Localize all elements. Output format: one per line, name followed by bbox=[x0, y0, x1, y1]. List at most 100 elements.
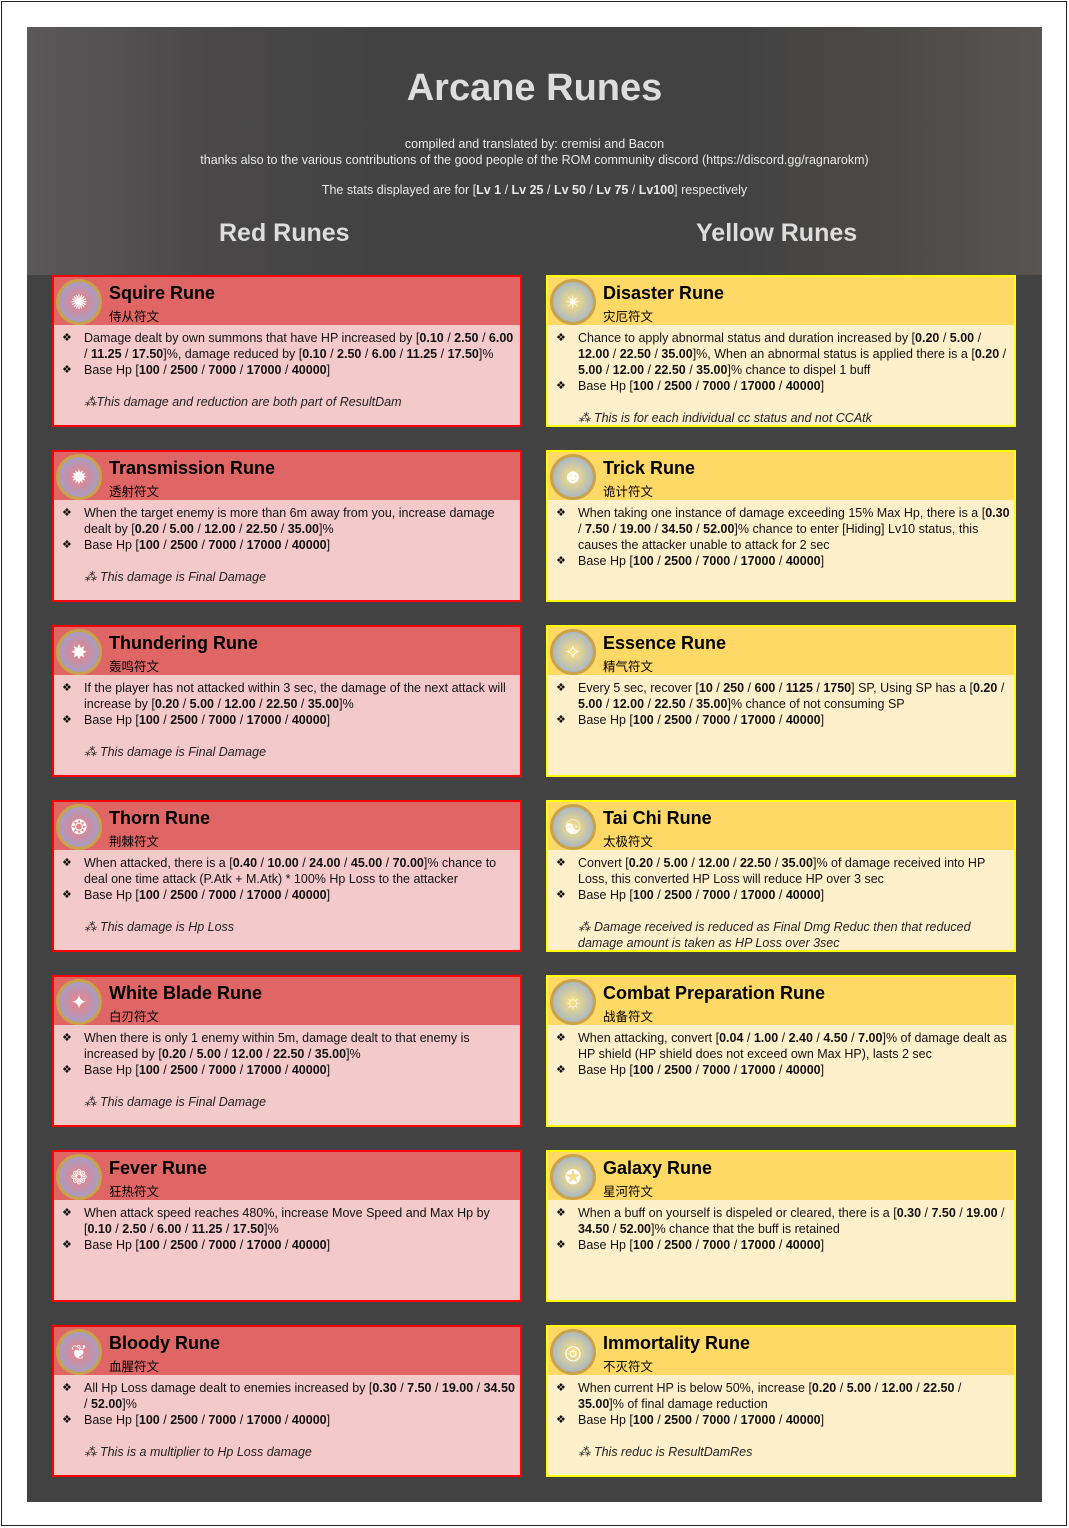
rune-card: ❂ Thorn Rune 荆棘符文 When attacked, there is a… bbox=[52, 800, 522, 952]
rune-chinese-name: 轰鸣符文 bbox=[109, 660, 160, 674]
rune-note: ⁂ This is for each individual cc status … bbox=[578, 411, 872, 425]
rune-card-header: ❦ Bloody Rune 血腥符文 bbox=[54, 1327, 520, 1375]
header-banner: Arcane Runes compiled and translated by:… bbox=[27, 27, 1042, 275]
rune-card-header: ❁ Fever Rune 狂热符文 bbox=[54, 1152, 520, 1200]
rune-effect: When taking one instance of damage excee… bbox=[554, 505, 1010, 553]
rune-effects: All Hp Loss damage dealt to enemies incr… bbox=[54, 1375, 520, 1428]
rune-effect: Base Hp [100 / 2500 / 7000 / 17000 / 400… bbox=[554, 887, 1010, 903]
rune-note: ⁂ This damage is Hp Loss bbox=[84, 920, 235, 934]
rune-name: Thorn Rune bbox=[109, 808, 210, 828]
rune-name: Squire Rune bbox=[109, 283, 216, 303]
red-runes-heading: Red Runes bbox=[219, 219, 350, 247]
rune-effect: If the player has not attacked within 3 … bbox=[60, 680, 516, 712]
rune-card-header: ❂ Thorn Rune 荆棘符文 bbox=[54, 802, 520, 850]
rune-note: ⁂This damage and reduction are both part… bbox=[84, 395, 402, 409]
rune-chinese-name: 灾厄符文 bbox=[603, 310, 654, 324]
rune-effects: Chance to apply abnormal status and dura… bbox=[548, 325, 1014, 394]
rune-effect: Base Hp [100 / 2500 / 7000 / 17000 / 400… bbox=[554, 553, 1010, 569]
rune-card: ✪ Galaxy Rune 星河符文 When a buff on yourself … bbox=[546, 1150, 1016, 1302]
disaster-rune-icon: ✴ bbox=[550, 279, 596, 325]
stats-note: The stats displayed are for [Lv 1 / Lv 2… bbox=[321, 183, 748, 197]
combat-preparation-rune-icon: ☼ bbox=[550, 979, 596, 1025]
rune-effect: Base Hp [100 / 2500 / 7000 / 17000 / 400… bbox=[554, 1412, 1010, 1428]
rune-effects: When attacked, there is a [0.40 / 10.00 … bbox=[54, 850, 520, 903]
rune-card: ✧ Essence Rune 精气符文 Every 5 sec, recover [1… bbox=[546, 625, 1016, 777]
thorn-rune-icon: ❂ bbox=[56, 804, 102, 850]
tai-chi-rune-icon: ☯ bbox=[550, 804, 596, 850]
rune-effect: Chance to apply abnormal status and dura… bbox=[554, 330, 1010, 378]
rune-effect: Base Hp [100 / 2500 / 7000 / 17000 / 400… bbox=[554, 1062, 1010, 1078]
rune-effect: Base Hp [100 / 2500 / 7000 / 17000 / 400… bbox=[60, 362, 516, 378]
rune-effect: Base Hp [100 / 2500 / 7000 / 17000 / 400… bbox=[60, 1062, 516, 1078]
runes-panel: Arcane Runes compiled and translated by:… bbox=[27, 27, 1042, 1502]
rune-card-header: ✹ Transmission Rune 透射符文 bbox=[54, 452, 520, 500]
rune-chinese-name: 狂热符文 bbox=[109, 1185, 160, 1199]
rune-effect: When a buff on yourself is dispeled or c… bbox=[554, 1205, 1010, 1237]
rune-effect: When attack speed reaches 480%, increase… bbox=[60, 1205, 516, 1237]
rune-chinese-name: 不灭符文 bbox=[603, 1360, 654, 1374]
rune-card-header: ✺ Squire Rune 侍从符文 bbox=[54, 277, 520, 325]
rune-effects: When the target enemy is more than 6m aw… bbox=[54, 500, 520, 553]
bloody-rune-icon: ❦ bbox=[56, 1329, 102, 1375]
rune-effect: Base Hp [100 / 2500 / 7000 / 17000 / 400… bbox=[554, 712, 1010, 728]
rune-card: ✸ Thundering Rune 轰鸣符文 If the player has no… bbox=[52, 625, 522, 777]
rune-card: ✺ Squire Rune 侍从符文 Damage dealt by own summ… bbox=[52, 275, 522, 427]
rune-effect: All Hp Loss damage dealt to enemies incr… bbox=[60, 1380, 516, 1412]
trick-rune-icon: ☻ bbox=[550, 454, 596, 500]
rune-card: ✴ Disaster Rune 灾厄符文 Chance to apply abnorm… bbox=[546, 275, 1016, 427]
rune-name: White Blade Rune bbox=[109, 983, 263, 1003]
rune-name: Bloody Rune bbox=[109, 1333, 220, 1353]
rune-chinese-name: 荆棘符文 bbox=[109, 835, 160, 849]
thundering-rune-icon: ✸ bbox=[56, 629, 102, 675]
rune-effects: When there is only 1 enemy within 5m, da… bbox=[54, 1025, 520, 1078]
rune-card: ✦ White Blade Rune 白刃符文 When there is only … bbox=[52, 975, 522, 1127]
yellow-runes-heading: Yellow Runes bbox=[696, 219, 858, 247]
rune-chinese-name: 太极符文 bbox=[603, 835, 654, 849]
rune-effects: Damage dealt by own summons that have HP… bbox=[54, 325, 520, 378]
rune-effect: Base Hp [100 / 2500 / 7000 / 17000 / 400… bbox=[554, 1237, 1010, 1253]
rune-effect: Every 5 sec, recover [10 / 250 / 600 / 1… bbox=[554, 680, 1010, 712]
rune-note: ⁂ This damage is Final Damage bbox=[84, 745, 267, 759]
rune-effects: When attacking, convert [0.04 / 1.00 / 2… bbox=[548, 1025, 1014, 1078]
rune-effect: Convert [0.20 / 5.00 / 12.00 / 22.50 / 3… bbox=[554, 855, 1010, 887]
rune-chinese-name: 诡计符文 bbox=[603, 485, 654, 499]
galaxy-rune-icon: ✪ bbox=[550, 1154, 596, 1200]
rune-card-header: ✴ Disaster Rune 灾厄符文 bbox=[548, 277, 1014, 325]
rune-card-header: ☻ Trick Rune 诡计符文 bbox=[548, 452, 1014, 500]
rune-chinese-name: 侍从符文 bbox=[109, 310, 160, 324]
rune-effect: Base Hp [100 / 2500 / 7000 / 17000 / 400… bbox=[60, 1412, 516, 1428]
rune-chinese-name: 白刃符文 bbox=[109, 1010, 160, 1024]
rune-note: ⁂ This is a multiplier to Hp Loss damage bbox=[84, 1445, 312, 1459]
rune-effects: When taking one instance of damage excee… bbox=[548, 500, 1014, 569]
rune-name: Trick Rune bbox=[603, 458, 696, 478]
rune-name: Tai Chi Rune bbox=[603, 808, 712, 828]
rune-effect: When attacked, there is a [0.40 / 10.00 … bbox=[60, 855, 516, 887]
fever-rune-icon: ❁ bbox=[56, 1154, 102, 1200]
white-blade-rune-icon: ✦ bbox=[56, 979, 102, 1025]
rune-note: ⁂ This reduc is ResultDamRes bbox=[578, 1445, 753, 1459]
rune-effects: If the player has not attacked within 3 … bbox=[54, 675, 520, 728]
rune-card-header: ◎ Immortality Rune 不灭符文 bbox=[548, 1327, 1014, 1375]
immortality-rune-icon: ◎ bbox=[550, 1329, 596, 1375]
rune-chinese-name: 战备符文 bbox=[603, 1010, 654, 1024]
rune-effect: Base Hp [100 / 2500 / 7000 / 17000 / 400… bbox=[60, 537, 516, 553]
rune-card-header: ✧ Essence Rune 精气符文 bbox=[548, 627, 1014, 675]
rune-chinese-name: 血腥符文 bbox=[109, 1360, 160, 1374]
rune-card: ☼ Combat Preparation Rune 战备符文 When attacki… bbox=[546, 975, 1016, 1127]
rune-card-header: ☯ Tai Chi Rune 太极符文 bbox=[548, 802, 1014, 850]
essence-rune-icon: ✧ bbox=[550, 629, 596, 675]
rune-note: ⁂ Damage received is reduced as Final Dm… bbox=[578, 920, 971, 950]
rune-note: ⁂ This damage is Final Damage bbox=[84, 570, 267, 584]
rune-effect: Base Hp [100 / 2500 / 7000 / 17000 / 400… bbox=[60, 887, 516, 903]
rune-effects: When current HP is below 50%, increase [… bbox=[548, 1375, 1014, 1428]
rune-note: ⁂ This damage is Final Damage bbox=[84, 1095, 267, 1109]
rune-card: ✹ Transmission Rune 透射符文 When the target en… bbox=[52, 450, 522, 602]
rune-card-header: ☼ Combat Preparation Rune 战备符文 bbox=[548, 977, 1014, 1025]
rune-chinese-name: 精气符文 bbox=[603, 660, 654, 674]
transmission-rune-icon: ✹ bbox=[56, 454, 102, 500]
rune-effect: When there is only 1 enemy within 5m, da… bbox=[60, 1030, 516, 1062]
rune-effects: Every 5 sec, recover [10 / 250 / 600 / 1… bbox=[548, 675, 1014, 728]
rune-card: ☻ Trick Rune 诡计符文 When taking one instance … bbox=[546, 450, 1016, 602]
squire-rune-icon: ✺ bbox=[56, 279, 102, 325]
rune-card: ❁ Fever Rune 狂热符文 When attack speed reaches… bbox=[52, 1150, 522, 1302]
